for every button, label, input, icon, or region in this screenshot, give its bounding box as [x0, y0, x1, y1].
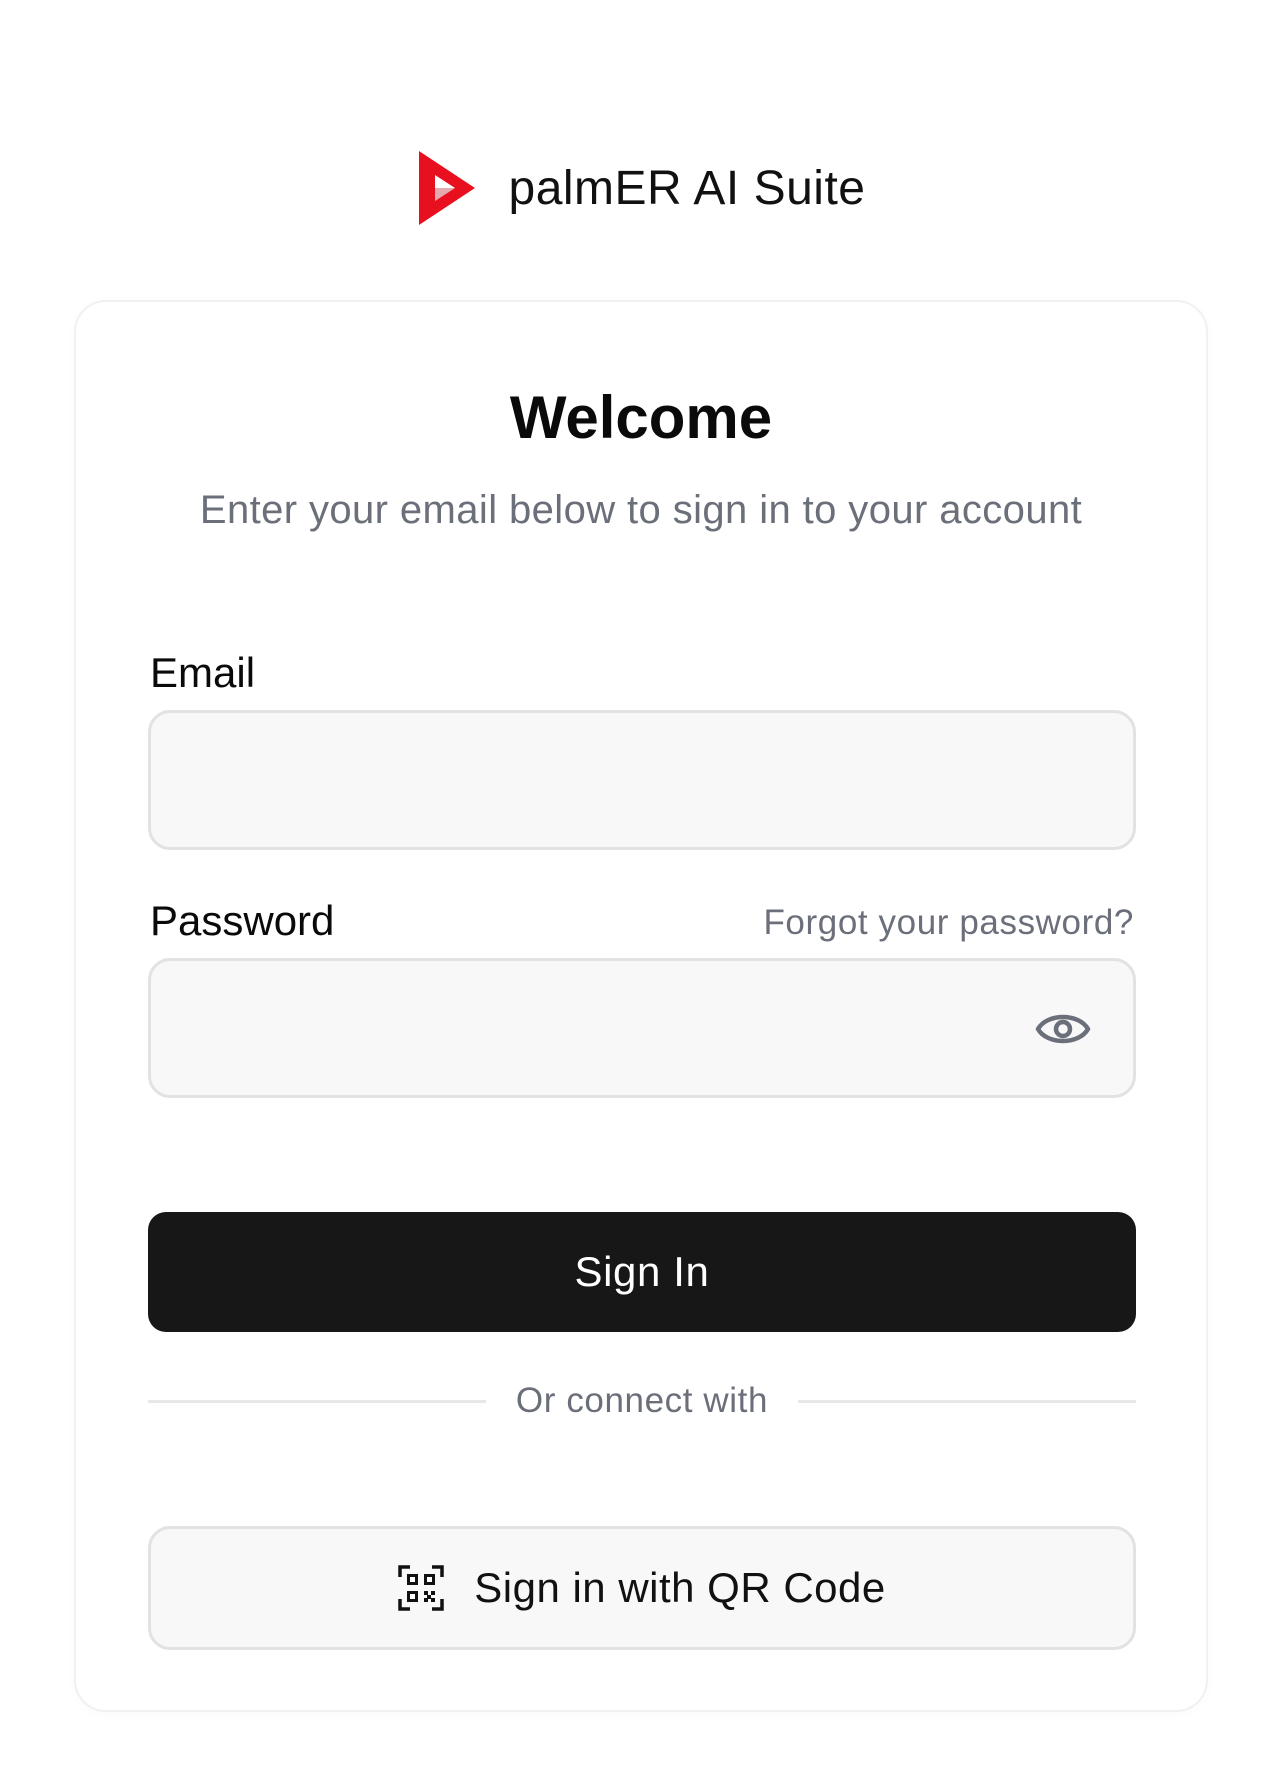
password-field[interactable]: [151, 961, 1133, 1095]
email-field-container: [148, 710, 1136, 850]
page-title: Welcome: [509, 384, 773, 451]
divider-line-left: [148, 1399, 486, 1403]
brand-name: palmER AI Suite: [508, 161, 866, 215]
sign-in-button[interactable]: Sign In: [148, 1212, 1136, 1332]
email-field[interactable]: [151, 713, 1133, 847]
divider: Or connect with: [148, 1366, 1136, 1436]
divider-text: Or connect with: [515, 1381, 769, 1420]
qr-code-button-label: Sign in with QR Code: [474, 1564, 886, 1611]
password-field-container: [148, 958, 1136, 1098]
eye-icon[interactable]: [1035, 1005, 1091, 1053]
brand-logo-icon: [418, 151, 475, 225]
password-label: Password: [150, 897, 335, 944]
divider-line-right: [798, 1399, 1136, 1403]
login-card: Welcome Enter your email below to sign i…: [74, 300, 1208, 1712]
qr-code-icon: [398, 1565, 444, 1611]
page-subtitle: Enter your email below to sign in to you…: [199, 488, 1083, 532]
login-page: palmER AI Suite Welcome Enter your email…: [0, 0, 1284, 1790]
brand-header: palmER AI Suite: [0, 148, 1284, 228]
forgot-password-link[interactable]: Forgot your password?: [763, 902, 1134, 944]
qr-code-sign-in-button[interactable]: Sign in with QR Code: [148, 1526, 1136, 1650]
email-label: Email: [150, 649, 256, 696]
